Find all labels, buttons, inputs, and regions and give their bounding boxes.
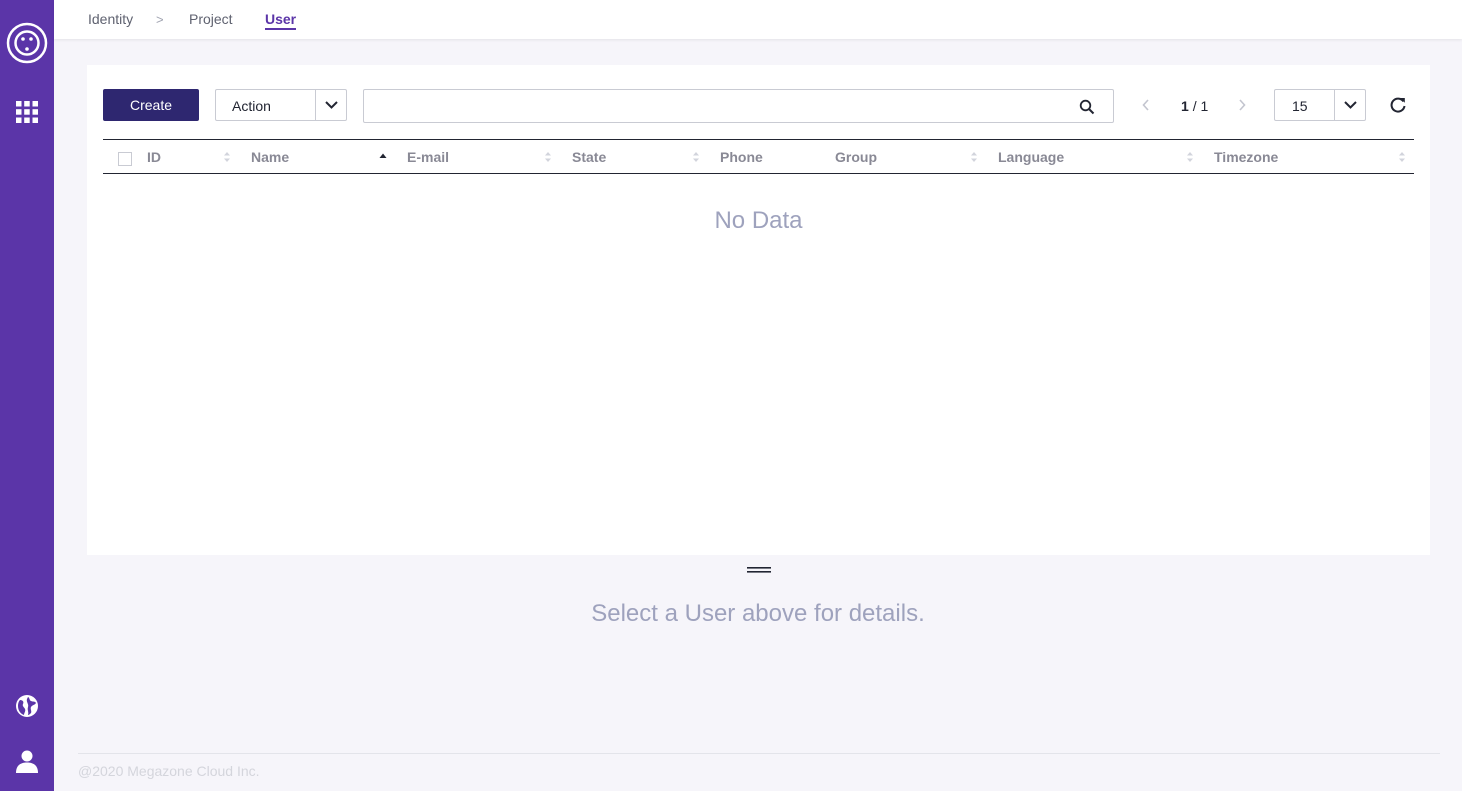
search-field[interactable]: [363, 89, 1114, 123]
chevron-down-icon: [1344, 101, 1357, 109]
column-header-email[interactable]: E-mail: [407, 149, 449, 165]
page-size-toggle[interactable]: [1334, 90, 1365, 120]
resize-handle[interactable]: [747, 567, 771, 573]
select-all-checkbox[interactable]: [118, 152, 132, 166]
pagination-separator: /: [1192, 98, 1197, 114]
chevron-down-icon: [325, 101, 338, 109]
table-header: ID Name E-mail State Phone Group Languag…: [103, 139, 1414, 174]
column-header-phone[interactable]: Phone: [720, 149, 763, 165]
page-size-dropdown[interactable]: 15: [1274, 89, 1366, 121]
logo-icon[interactable]: [6, 22, 48, 64]
sort-icon[interactable]: [1186, 151, 1194, 163]
chevron-right-icon[interactable]: [1236, 97, 1248, 113]
action-dropdown-label: Action: [232, 98, 271, 114]
sort-icon[interactable]: [223, 151, 231, 163]
action-dropdown-toggle[interactable]: [315, 90, 346, 120]
sort-icon[interactable]: [692, 151, 700, 163]
column-header-id[interactable]: ID: [147, 149, 161, 165]
details-empty-message: Select a User above for details.: [591, 600, 925, 627]
page-size-value: 15: [1292, 98, 1308, 114]
column-header-group[interactable]: Group: [835, 149, 877, 165]
sidebar: [0, 0, 54, 791]
search-icon[interactable]: [1079, 99, 1095, 115]
breadcrumb-item-user[interactable]: User: [265, 11, 297, 30]
action-dropdown[interactable]: Action: [215, 89, 347, 121]
pagination-current: 1: [1181, 98, 1189, 114]
create-button[interactable]: Create: [103, 89, 199, 121]
pagination-total: 1: [1200, 98, 1209, 114]
breadcrumb-separator: >: [156, 12, 164, 27]
breadcrumb-item-project[interactable]: Project: [189, 11, 233, 27]
search-input[interactable]: [372, 94, 1062, 118]
sort-ascending-icon[interactable]: [379, 151, 387, 163]
user-list-panel: Create Action 1 / 1 15 ID Name E-mail St…: [87, 65, 1430, 555]
column-header-state[interactable]: State: [572, 149, 606, 165]
user-profile-icon[interactable]: [15, 749, 39, 773]
column-header-name[interactable]: Name: [251, 149, 289, 165]
column-header-language[interactable]: Language: [998, 149, 1064, 165]
footer-copyright: @2020 Megazone Cloud Inc.: [78, 763, 260, 779]
chevron-left-icon[interactable]: [1140, 97, 1152, 113]
breadcrumb: Identity > Project User: [54, 0, 1462, 39]
breadcrumb-item-identity[interactable]: Identity: [88, 11, 133, 27]
footer-divider: [78, 753, 1440, 754]
column-header-timezone[interactable]: Timezone: [1214, 149, 1278, 165]
sort-icon[interactable]: [544, 151, 552, 163]
pagination-status: 1 / 1: [1181, 98, 1208, 114]
sort-icon[interactable]: [970, 151, 978, 163]
refresh-icon[interactable]: [1389, 96, 1407, 114]
globe-icon[interactable]: [15, 694, 39, 718]
sort-icon[interactable]: [1398, 151, 1406, 163]
table-empty-message: No Data: [714, 207, 803, 234]
apps-grid-icon[interactable]: [16, 101, 38, 123]
